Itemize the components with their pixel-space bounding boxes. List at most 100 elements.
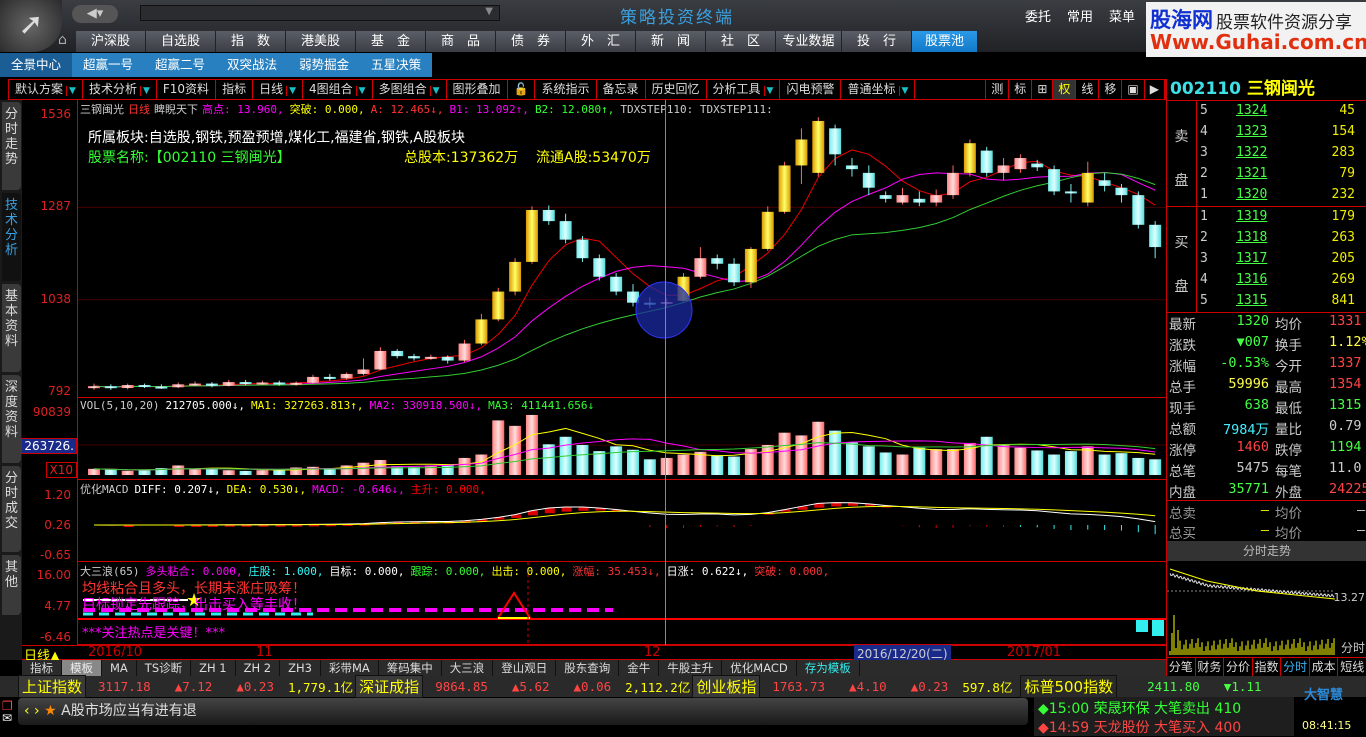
left-tab-other[interactable]: 其他 (2, 555, 21, 615)
nav-tab[interactable]: 社 区 (706, 31, 776, 52)
quote-tab[interactable]: 分时 (1281, 658, 1310, 676)
indicator-tab[interactable]: 筹码集中 (379, 660, 442, 676)
top-link[interactable]: 委托 (1025, 10, 1051, 25)
quote-tab[interactable]: 分笔 (1167, 658, 1196, 676)
toolbar-button[interactable]: 日线 ▼ (253, 80, 304, 99)
volume-chart[interactable]: VOL(5,10,20) 212705.000↓, MA1: 327263.813↑… (78, 398, 1166, 480)
index-name[interactable]: 标普500指数 (1020, 675, 1118, 698)
chevron-down-icon[interactable]: ▼ (355, 86, 366, 96)
home-icon[interactable]: ⌂ (58, 32, 74, 50)
toolbar-button[interactable]: 分析工具 ▼ (707, 80, 781, 99)
sub-tab[interactable]: 超赢二号 (144, 53, 216, 77)
indicator-tab[interactable]: TS诊断 (137, 660, 192, 676)
toolbar-button[interactable]: F10资料 (157, 80, 217, 99)
indicator-tab[interactable]: 登山观日 (493, 660, 557, 676)
indicator-tab[interactable]: 股东查询 (556, 660, 620, 676)
indicator-tab[interactable]: 模板 (62, 660, 102, 676)
toolbar-tool[interactable]: 移 (1099, 80, 1123, 99)
toolbar-button[interactable]: 🔓 (508, 80, 536, 99)
chevron-down-icon[interactable]: ▼ (139, 86, 150, 96)
sub-tab[interactable]: 五星决策 (360, 53, 432, 77)
toolbar-tool[interactable]: ▣ (1122, 80, 1145, 99)
quote-tab[interactable]: 财务 (1196, 658, 1225, 676)
prev-next-icon[interactable]: ‹ › (24, 703, 44, 719)
toolbar-button[interactable]: 指标 (216, 80, 254, 99)
toolbar-button[interactable]: 技术分析 ▼ (83, 80, 157, 99)
toolbar-button[interactable]: 闪电预警 (780, 80, 842, 99)
index-name[interactable]: 深证成指 (355, 675, 424, 698)
window-icon[interactable]: ❐ ✉ (2, 700, 13, 724)
sub-tab[interactable]: 双突战法 (216, 53, 288, 77)
toolbar-button[interactable]: 普通坐标 ▼ (841, 80, 916, 99)
index-name[interactable]: 上证指数 (18, 675, 87, 698)
chevron-down-icon[interactable]: ▼ (66, 86, 76, 96)
news-marquee[interactable]: ‹ › ★ A股市场应当有进有退 (18, 698, 1028, 725)
nav-tab[interactable]: 投 行 (842, 31, 912, 52)
sub-tab[interactable]: 全景中心 (0, 53, 73, 77)
wave-chart[interactable]: ★ 大三浪(65) 多头粘合: 0.000, 庄股: 1.000, 目标: 0.000… (78, 562, 1166, 645)
toolbar-button[interactable]: 系统指示 (535, 80, 597, 99)
nav-tab[interactable]: 商 品 (426, 31, 496, 52)
toolbar-button[interactable]: 4图组合 ▼ (303, 80, 373, 99)
sub-tab[interactable]: 弱势掘金 (288, 53, 360, 77)
top-link[interactable]: 常用 (1067, 10, 1093, 25)
toolbar-button[interactable]: 图形叠加 (447, 80, 508, 99)
quote-tab[interactable]: 指数 (1253, 658, 1282, 676)
top-link[interactable]: 菜单 (1109, 10, 1135, 25)
sub-tab[interactable]: 超赢一号 (72, 53, 144, 77)
left-tab-deep-info[interactable]: 深度资料 (2, 375, 21, 463)
toolbar-tool[interactable]: ⊞ (1032, 80, 1054, 99)
indicator-tab[interactable]: 牛股主升 (659, 660, 723, 676)
left-tab-intraday-trades[interactable]: 分时成交 (2, 466, 21, 552)
toolbar-tool[interactable]: ▶ (1145, 80, 1165, 99)
nav-tab[interactable]: 沪深股 (76, 31, 146, 52)
chevron-down-icon[interactable]: ▼ (898, 86, 909, 96)
indicator-tab[interactable]: 金牛 (619, 660, 660, 676)
indicator-tab[interactable]: ZH 2 (236, 660, 281, 676)
indicator-tab[interactable]: 大三浪 (442, 660, 494, 676)
nav-tab[interactable]: 外 汇 (566, 31, 636, 52)
index-name[interactable]: 创业板指 (692, 675, 761, 698)
quote-tab[interactable]: 分价 (1224, 658, 1253, 676)
left-tab-basic-info[interactable]: 基本资料 (2, 284, 21, 372)
nav-tab[interactable]: 新 闻 (636, 31, 706, 52)
nav-tab[interactable]: 自选股 (146, 31, 216, 52)
indicator-tab[interactable]: 优化MACD (722, 660, 797, 676)
toolbar-tool[interactable]: 测 (986, 80, 1010, 99)
chevron-down-icon[interactable]: ▼ (286, 86, 297, 96)
indicator-tab[interactable]: ZH 1 (191, 660, 236, 676)
indicator-tab[interactable]: 指标 (22, 660, 62, 676)
chevron-down-icon[interactable]: ▼ (429, 86, 440, 96)
macd-chart[interactable]: 优化MACD DIFF: 0.207↓, DEA: 0.530↓, MACD: -0.… (78, 480, 1166, 562)
toolbar-button[interactable]: 备忘录 (597, 80, 646, 99)
toolbar-tool[interactable]: 线 (1076, 80, 1100, 99)
quote-tab[interactable]: 短线 (1338, 658, 1366, 676)
alert-row[interactable]: ◆14:59 天龙股份 大笔买入 400 (1038, 717, 1241, 737)
intraday-mini-chart[interactable]: 13.27 分时 (1167, 561, 1366, 657)
mail-icon[interactable]: ✉ (2, 711, 12, 725)
indicator-tab[interactable]: ZH3 (280, 660, 321, 676)
nav-tab[interactable]: 股票池 (912, 31, 978, 52)
toolbar-tool[interactable]: 标 (1009, 80, 1033, 99)
nav-tab[interactable]: 基 金 (356, 31, 426, 52)
quote-tab[interactable]: 成本 (1310, 658, 1339, 676)
chevron-down-icon[interactable]: ▼ (763, 86, 774, 96)
price-chart[interactable]: 三钢闽光 日线 睥睨天下 高点: 13.960, 突破: 0.000, A: 12.465… (78, 100, 1166, 398)
address-dropdown[interactable]: ▼ (140, 5, 500, 21)
left-tab-intraday[interactable]: 分时走势 (2, 102, 21, 190)
indicator-tab[interactable]: 彩带MA (321, 660, 379, 676)
indicator-tab[interactable]: MA (102, 660, 137, 676)
toolbar-button[interactable]: 历史回忆 (646, 80, 707, 99)
left-tab-technical[interactable]: 技术分析 (2, 193, 21, 281)
nav-tab[interactable]: 专业数据 (776, 31, 842, 52)
toolbar-button[interactable]: 多图组合 ▼ (373, 80, 447, 99)
toolbar-button[interactable]: 默认方案 ▼ (9, 80, 83, 99)
nav-tab[interactable]: 港美股 (286, 31, 356, 52)
indicator-tab[interactable]: 存为模板 (797, 660, 860, 676)
alert-row[interactable]: ◆15:00 荣晟环保 大笔卖出 410 (1038, 698, 1241, 718)
toolbar-tool[interactable]: 权 (1053, 80, 1077, 99)
intraday-title[interactable]: 分时走势 (1167, 541, 1366, 561)
nav-tab[interactable]: 债 券 (496, 31, 566, 52)
nav-tab[interactable]: 指 数 (216, 31, 286, 52)
back-button[interactable]: ◀▾ (72, 5, 118, 23)
